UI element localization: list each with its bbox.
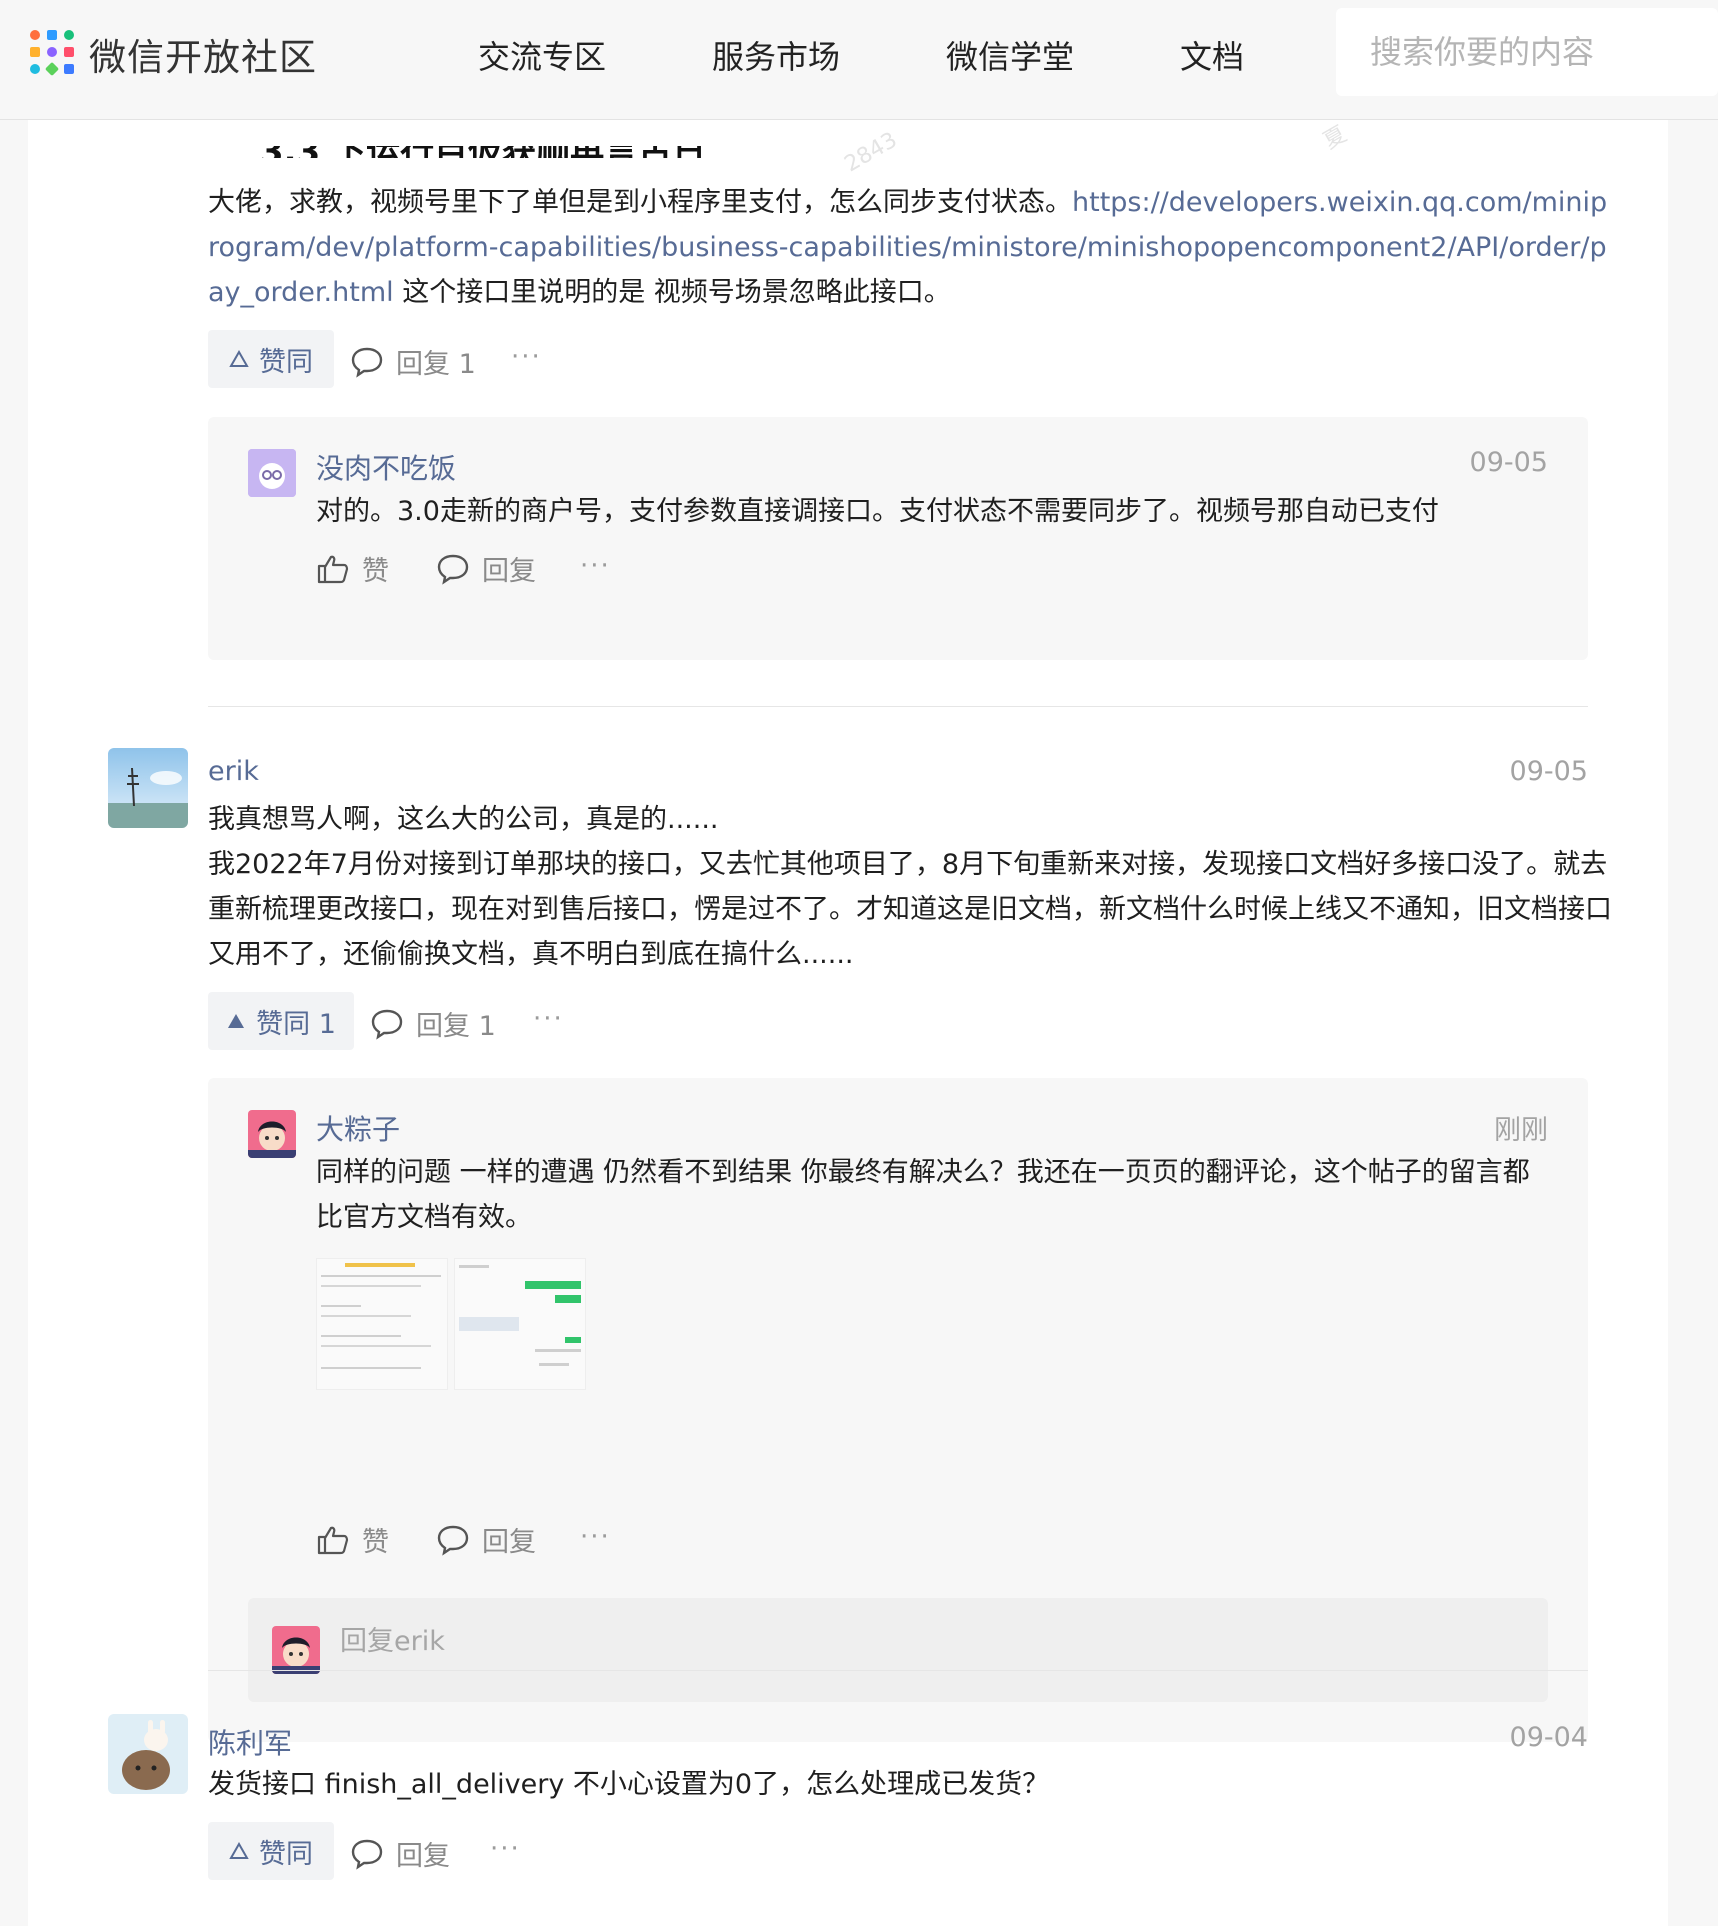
cropped-heading: 3.3 下运行目仮获顺再言古日: [260, 146, 720, 158]
nav-item-community[interactable]: 交流专区: [478, 32, 606, 78]
screenshot-thumbnail[interactable]: [454, 1258, 586, 1390]
triangle-up-filled-icon: [228, 1014, 245, 1028]
search-input[interactable]: [1368, 28, 1702, 76]
comment-text-line1: 我真想骂人啊，这么大的公司，真是的......: [208, 804, 719, 835]
search-box: [1336, 8, 1718, 96]
reply-button[interactable]: 回复 1: [370, 1004, 496, 1043]
comment-text-body: 我2022年7月份对接到订单那块的接口，又去忙其他项目了，8月下旬重新来对接，发…: [208, 849, 1612, 970]
like-button[interactable]: 赞: [316, 549, 389, 588]
reply-button[interactable]: 回复: [436, 549, 536, 588]
author-name[interactable]: 陈利军: [208, 1722, 292, 1762]
community-logo-icon[interactable]: [30, 30, 78, 78]
screenshot-thumbnail[interactable]: [316, 1258, 448, 1390]
agree-button[interactable]: 赞同: [208, 1822, 334, 1880]
comment-text: 大佬，求教，视频号里下了单但是到小程序里支付，怎么同步支付状态。https://…: [208, 180, 1618, 315]
reply-button[interactable]: 回复: [436, 1520, 536, 1559]
reply-text: 同样的问题 一样的遭遇 仍然看不到结果 你最终有解决么？我还在一页页的翻评论，这…: [316, 1157, 1530, 1233]
comment-bubble-icon: [437, 554, 469, 585]
reply-button[interactable]: 回复: [350, 1834, 450, 1873]
like-label: 赞: [362, 556, 389, 587]
more-options-button[interactable]: ···: [580, 551, 611, 581]
more-options-button[interactable]: ···: [511, 342, 542, 372]
comment-text: 发货接口 finish_all_delivery 不小心设置为0了，怎么处理成已…: [208, 1769, 1050, 1800]
like-label: 赞: [362, 1527, 389, 1558]
reply-author-name[interactable]: 没肉不吃饭: [316, 447, 456, 487]
nested-reply: 没肉不吃饭 09-05 对的。3.0走新的商户号，支付参数直接调接口。支付状态不…: [208, 417, 1588, 660]
site-name[interactable]: 微信开放社区: [89, 27, 317, 81]
cartoon-face-icon: [248, 449, 296, 497]
comment-divider: [208, 1670, 1588, 1671]
reply-author-name[interactable]: 大粽子: [316, 1108, 400, 1148]
comment-bubble-icon: [437, 1525, 469, 1556]
anime-boy-avatar-icon: [248, 1110, 296, 1158]
nested-reply: 大粽子 刚刚 同样的问题 一样的遭遇 仍然看不到结果 你最终有解决么？我还在一页…: [208, 1078, 1588, 1742]
reply-date: 09-05: [1469, 447, 1548, 478]
agree-label: 赞同: [259, 1838, 313, 1870]
agree-label: 赞同: [259, 346, 313, 378]
reply-input[interactable]: [338, 1618, 1142, 1664]
reply-date: 刚刚: [1494, 1115, 1548, 1146]
document-screenshot-icon: [321, 1263, 441, 1369]
triangle-up-icon: [229, 350, 249, 367]
reply-text: 对的。3.0走新的商户号，支付参数直接调接口。支付状态不需要同步了。视频号那自动…: [316, 496, 1439, 527]
comment-text-lead: 大佬，求教，视频号里下了单但是到小程序里支付，怎么同步支付状态。: [208, 187, 1072, 218]
more-options-button[interactable]: ···: [580, 1522, 611, 1552]
comment-divider: [208, 706, 1588, 707]
nav-item-service-market[interactable]: 服务市场: [712, 32, 840, 78]
comment-text-tail: 这个接口里说明的是 视频号场景忽略此接口。: [393, 277, 951, 308]
avatar[interactable]: [248, 449, 296, 497]
like-button[interactable]: 赞: [316, 1520, 389, 1559]
comment-bubble-icon: [371, 1009, 403, 1040]
landscape-avatar-icon: [108, 748, 188, 828]
bear-rabbit-avatar-icon: [108, 1714, 188, 1794]
comment-date: 09-05: [1509, 756, 1588, 787]
reply-count: 回复 1: [416, 1011, 496, 1042]
thumbs-up-icon: [317, 555, 349, 583]
comments-card: 2843 夏 3.3 下运行目仮获顺再言古日 大佬，求教，视频号里下了单但是到小…: [28, 120, 1668, 1926]
agree-button[interactable]: 赞同: [208, 330, 334, 388]
comment-bubble-icon: [351, 347, 383, 378]
author-name[interactable]: erik: [208, 756, 259, 787]
watermark-text: 夏: [1319, 121, 1352, 155]
more-options-button[interactable]: ···: [533, 1004, 564, 1034]
watermark-text: 2843: [840, 127, 902, 178]
reply-button[interactable]: 回复 1: [350, 342, 476, 381]
cropped-heading-text: 3.3 下运行目仮获顺再言古日: [260, 146, 706, 158]
thumbs-up-icon: [317, 1526, 349, 1554]
comment-bubble-icon: [351, 1839, 383, 1870]
agree-count: 赞同 1: [256, 1008, 336, 1040]
avatar[interactable]: [248, 1110, 296, 1158]
nav-item-docs[interactable]: 文档: [1180, 32, 1244, 78]
current-user-avatar: [272, 1626, 320, 1674]
reply-label: 回复: [482, 556, 536, 587]
reply-composer: [248, 1598, 1548, 1702]
avatar[interactable]: [108, 1714, 188, 1794]
comment-date: 09-04: [1509, 1722, 1588, 1753]
more-options-button[interactable]: ···: [490, 1834, 521, 1864]
top-navigation-bar: 微信开放社区 交流专区 服务市场 微信学堂 文档: [0, 0, 1718, 120]
reply-count: 回复 1: [396, 349, 476, 380]
reply-label: 回复: [396, 1841, 450, 1872]
avatar[interactable]: [108, 748, 188, 828]
agree-button[interactable]: 赞同 1: [208, 992, 354, 1050]
reply-label: 回复: [482, 1527, 536, 1558]
nav-item-wechat-academy[interactable]: 微信学堂: [946, 32, 1074, 78]
triangle-up-icon: [229, 1842, 249, 1859]
chat-screenshot-icon: [459, 1265, 581, 1366]
anime-boy-avatar-icon: [272, 1626, 320, 1674]
